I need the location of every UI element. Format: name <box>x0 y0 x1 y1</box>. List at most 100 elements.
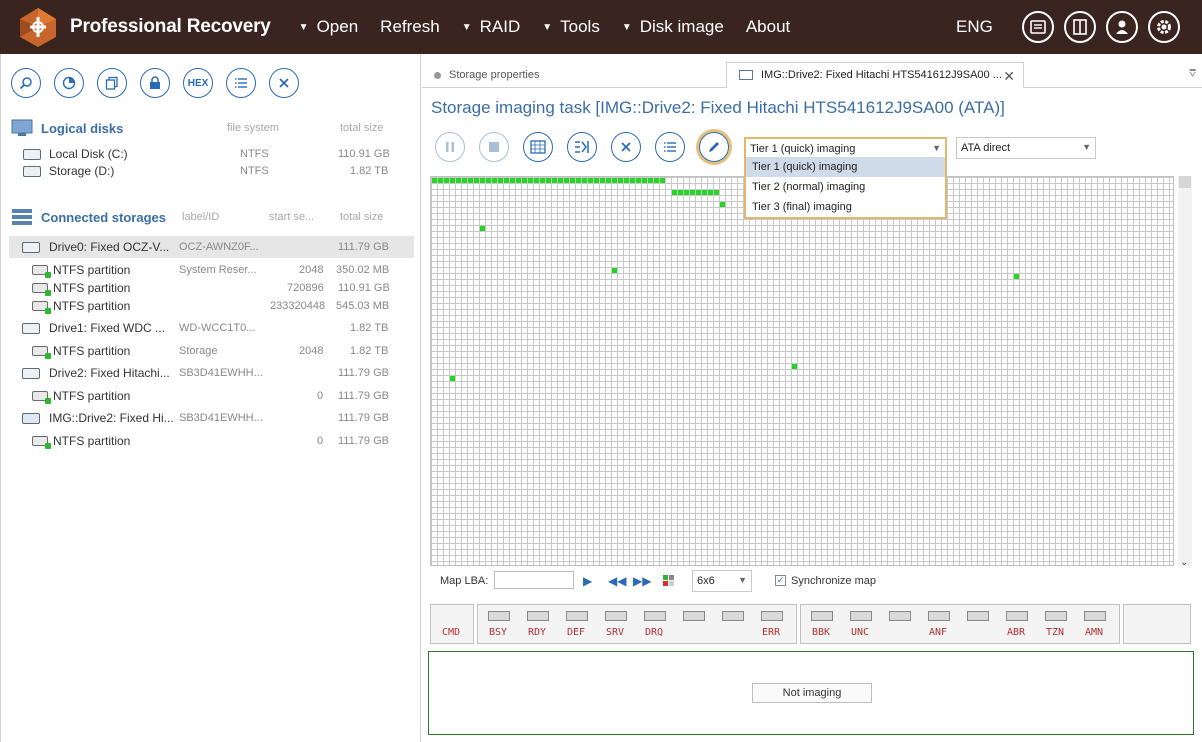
map-cell-read <box>444 178 449 183</box>
sector-map[interactable] <box>430 176 1174 566</box>
status-indicator <box>644 611 666 621</box>
tier-option-3[interactable]: Tier 3 (final) imaging <box>746 197 945 217</box>
map-cell-read <box>660 178 665 183</box>
partition-icon <box>32 391 51 404</box>
legend-icon[interactable] <box>663 575 674 586</box>
status-indicator <box>1084 611 1106 621</box>
list-icon[interactable] <box>655 132 685 162</box>
map-cell-read <box>504 178 509 183</box>
main-menu: ▼ Open Refresh ▼ RAID ▼ Tools ▼ Disk image A… <box>299 17 813 37</box>
column-label-id: label/ID <box>182 211 220 223</box>
menu-raid[interactable]: ▼ RAID <box>462 17 521 37</box>
storage-row-partition[interactable]: NTFS partition 233320448 545.03 MB <box>1 295 414 317</box>
lock-icon[interactable] <box>140 68 170 98</box>
panel-icon[interactable] <box>1064 11 1096 43</box>
rewind-icon[interactable]: ◀◀ <box>608 574 626 588</box>
tab-imaging-task[interactable]: IMG::Drive2: Fixed Hitachi HTS541612J9SA… <box>726 62 1024 88</box>
disk-icon <box>23 165 41 177</box>
map-cell-read <box>552 178 557 183</box>
status-indicator <box>1006 611 1028 621</box>
storage-row-drive0[interactable]: Drive0: Fixed OCZ-V... OCZ-AWNZ0F... 111… <box>9 236 414 258</box>
status-indicator <box>605 611 627 621</box>
column-file-system: file system <box>227 122 279 134</box>
tier-option-1[interactable]: Tier 1 (quick) imaging <box>746 157 945 177</box>
status-indicator <box>527 611 549 621</box>
map-cell-read <box>432 178 437 183</box>
map-cell-read <box>510 178 515 183</box>
partition-icon <box>32 283 51 296</box>
map-cell-read <box>792 364 797 369</box>
map-controls: Map LBA: ▶ ◀◀ ▶▶ 6x6 ▼ ✓ Synchronize map <box>430 570 1190 592</box>
scroll-down-icon[interactable]: ⌄ <box>1180 557 1188 568</box>
map-cell-read <box>684 190 689 195</box>
map-cell-read <box>618 178 623 183</box>
map-cell-read <box>480 226 485 231</box>
hex-icon[interactable]: HEX <box>183 68 213 98</box>
tier-select[interactable]: Tier 1 (quick) imaging ▼ <box>744 137 947 159</box>
fast-forward-icon[interactable]: ▶▶ <box>633 574 651 588</box>
map-cell-read <box>576 178 581 183</box>
scroll-thumb[interactable] <box>1179 176 1191 188</box>
drive-icon <box>22 241 40 253</box>
go-icon[interactable]: ▶ <box>583 574 592 588</box>
chart-icon[interactable] <box>54 68 84 98</box>
storage-row-partition[interactable]: NTFS partition Storage 2048 1.82 TB <box>1 340 414 362</box>
map-cell-read <box>474 178 479 183</box>
logical-disk-row[interactable]: Storage (D:) NTFS 1.82 TB <box>1 160 414 182</box>
caret-down-icon: ▼ <box>461 21 472 33</box>
map-cell-read <box>456 178 461 183</box>
task-title: Storage imaging task [IMG::Drive2: Fixed… <box>431 98 1005 117</box>
edit-icon[interactable] <box>699 132 729 162</box>
partition-icon <box>32 265 51 278</box>
map-cell-read <box>516 178 521 183</box>
copy-icon[interactable] <box>97 68 127 98</box>
settings-icon[interactable] <box>1148 11 1180 43</box>
status-indicator <box>811 611 833 621</box>
map-scrollbar[interactable]: ⌄ <box>1178 176 1192 568</box>
close-tab-icon[interactable]: ✕ <box>1003 68 1015 85</box>
partition-icon <box>32 346 51 359</box>
pause-icon[interactable] <box>435 132 465 162</box>
language-selector[interactable]: ENG <box>956 17 993 37</box>
storage-row-partition[interactable]: NTFS partition 0 111.79 GB <box>1 385 414 407</box>
menu-disk-image[interactable]: ▼ Disk image <box>622 17 724 37</box>
drive-icon <box>22 322 40 334</box>
map-cell-read <box>702 190 707 195</box>
map-cell-read <box>486 178 491 183</box>
tab-storage-properties[interactable]: Storage properties <box>422 62 726 88</box>
map-cell-read <box>714 190 719 195</box>
left-toolbar: HEX <box>11 68 312 98</box>
column-total-size: total size <box>340 122 384 134</box>
menu-open[interactable]: ▼ Open <box>299 17 359 37</box>
cancel-icon[interactable] <box>611 132 641 162</box>
storage-row-drive1[interactable]: Drive1: Fixed WDC ... WD-WCC1T0... 1.82 … <box>1 317 414 339</box>
map-cell-read <box>582 178 587 183</box>
menu-refresh[interactable]: Refresh <box>380 17 440 37</box>
storage-row-image[interactable]: IMG::Drive2: Fixed Hi... SB3D41EWHH... 1… <box>1 407 414 429</box>
drive-icon <box>22 367 40 379</box>
storage-stack-icon <box>12 209 32 225</box>
disk-icon <box>23 148 41 160</box>
list-icon[interactable] <box>226 68 256 98</box>
user-icon[interactable] <box>1106 11 1138 43</box>
map-lba-input[interactable] <box>494 571 574 589</box>
storage-row-drive2[interactable]: Drive2: Fixed Hitachi... SB3D41EWHH... 1… <box>1 362 414 384</box>
sync-checkbox[interactable]: ✓ <box>775 575 786 586</box>
close-icon[interactable] <box>269 68 299 98</box>
search-icon[interactable] <box>11 68 41 98</box>
storage-row-partition[interactable]: NTFS partition 0 111.79 GB <box>1 430 414 452</box>
menu-about[interactable]: About <box>746 17 790 37</box>
messages-icon[interactable] <box>1022 11 1054 43</box>
map-cell-read <box>534 178 539 183</box>
map-icon[interactable] <box>523 132 553 162</box>
right-panel: Storage properties IMG::Drive2: Fixed Hi… <box>422 54 1202 742</box>
columns-icon[interactable] <box>567 132 597 162</box>
imaging-state-label: Not imaging <box>752 683 872 703</box>
menu-tools[interactable]: ▼ Tools <box>542 17 600 37</box>
block-size-select[interactable]: 6x6 ▼ <box>692 570 752 592</box>
status-indicator <box>967 611 989 621</box>
tier-option-2[interactable]: Tier 2 (normal) imaging <box>746 177 945 197</box>
stop-icon[interactable] <box>479 132 509 162</box>
mode-select[interactable]: ATA direct ▼ <box>956 137 1096 159</box>
tab-menu-icon[interactable]: ⩢ <box>1189 68 1196 81</box>
